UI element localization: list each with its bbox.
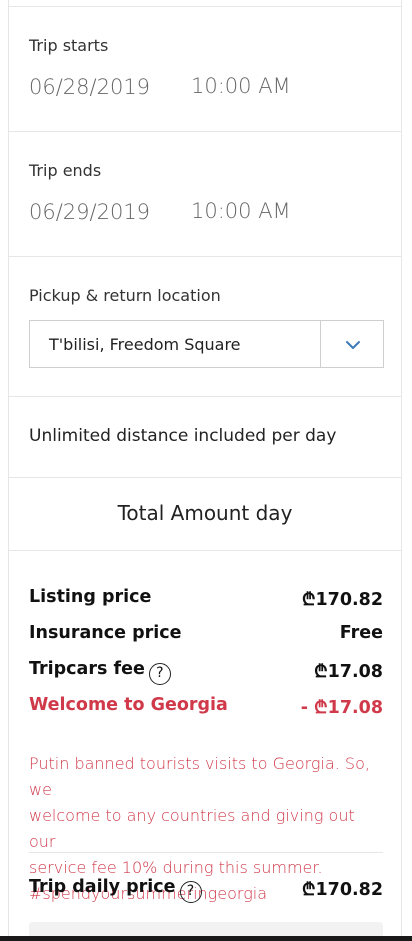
- location-section: Pickup & return location T'bilisi, Freed…: [9, 256, 401, 397]
- promo-row: Welcome to Georgia - ₾17.08: [29, 695, 383, 721]
- tripcars-fee-row: Tripcars fee? ₾17.08: [29, 659, 383, 685]
- help-icon[interactable]: ?: [148, 663, 171, 685]
- promo-line: welcome to any countries and giving out …: [29, 806, 355, 851]
- trip-end-date[interactable]: 06/29/2019: [29, 200, 150, 224]
- location-label: Pickup & return location: [29, 286, 221, 305]
- promo-label: Welcome to Georgia: [29, 695, 228, 715]
- system-bottom-bar: [0, 936, 412, 941]
- daily-price-label-group: Trip daily price?: [29, 877, 202, 903]
- chevron-down-icon[interactable]: [343, 335, 363, 355]
- trip-start-time[interactable]: 10:00 AM: [191, 74, 291, 98]
- trip-end-time[interactable]: 10:00 AM: [191, 199, 291, 223]
- trip-start-label: Trip starts: [29, 36, 109, 55]
- location-selected-value: T'bilisi, Freedom Square: [49, 335, 241, 354]
- insurance-price-label: Insurance price: [29, 623, 182, 643]
- select-divider: [320, 321, 321, 367]
- booking-panel: Trip starts 06/28/2019 10:00 AM Trip end…: [8, 0, 402, 941]
- listing-price-value: ₾170.82: [301, 590, 383, 610]
- total-title: Total Amount day: [117, 501, 293, 525]
- tripcars-fee-value: ₾17.08: [314, 662, 383, 682]
- listing-price-label: Listing price: [29, 587, 152, 607]
- trip-end-label: Trip ends: [29, 161, 102, 180]
- promo-value: - ₾17.08: [300, 698, 383, 718]
- distance-note: Unlimited distance included per day: [29, 426, 337, 446]
- location-select[interactable]: T'bilisi, Freedom Square: [29, 320, 384, 368]
- total-header-section: Total Amount day: [9, 477, 401, 551]
- trip-start-date[interactable]: 06/28/2019: [29, 75, 150, 99]
- promo-line: Putin banned tourists visits to Georgia.…: [29, 754, 370, 799]
- trip-start-section[interactable]: Trip starts 06/28/2019 10:00 AM: [9, 7, 401, 132]
- trip-end-section[interactable]: Trip ends 06/29/2019 10:00 AM: [9, 131, 401, 257]
- insurance-price-row: Insurance price Free: [29, 623, 383, 649]
- daily-price-value: ₾170.82: [301, 880, 383, 900]
- price-divider: [29, 852, 383, 853]
- daily-price-row: Trip daily price? ₾170.82: [29, 877, 383, 903]
- listing-price-row: Listing price ₾170.82: [29, 587, 383, 613]
- insurance-price-value: Free: [339, 623, 383, 643]
- help-icon[interactable]: ?: [179, 881, 202, 903]
- tripcars-fee-label-group: Tripcars fee?: [29, 659, 171, 685]
- daily-price-label: Trip daily price: [29, 877, 176, 897]
- distance-section: Unlimited distance included per day: [9, 396, 401, 478]
- tripcars-fee-label: Tripcars fee: [29, 659, 145, 679]
